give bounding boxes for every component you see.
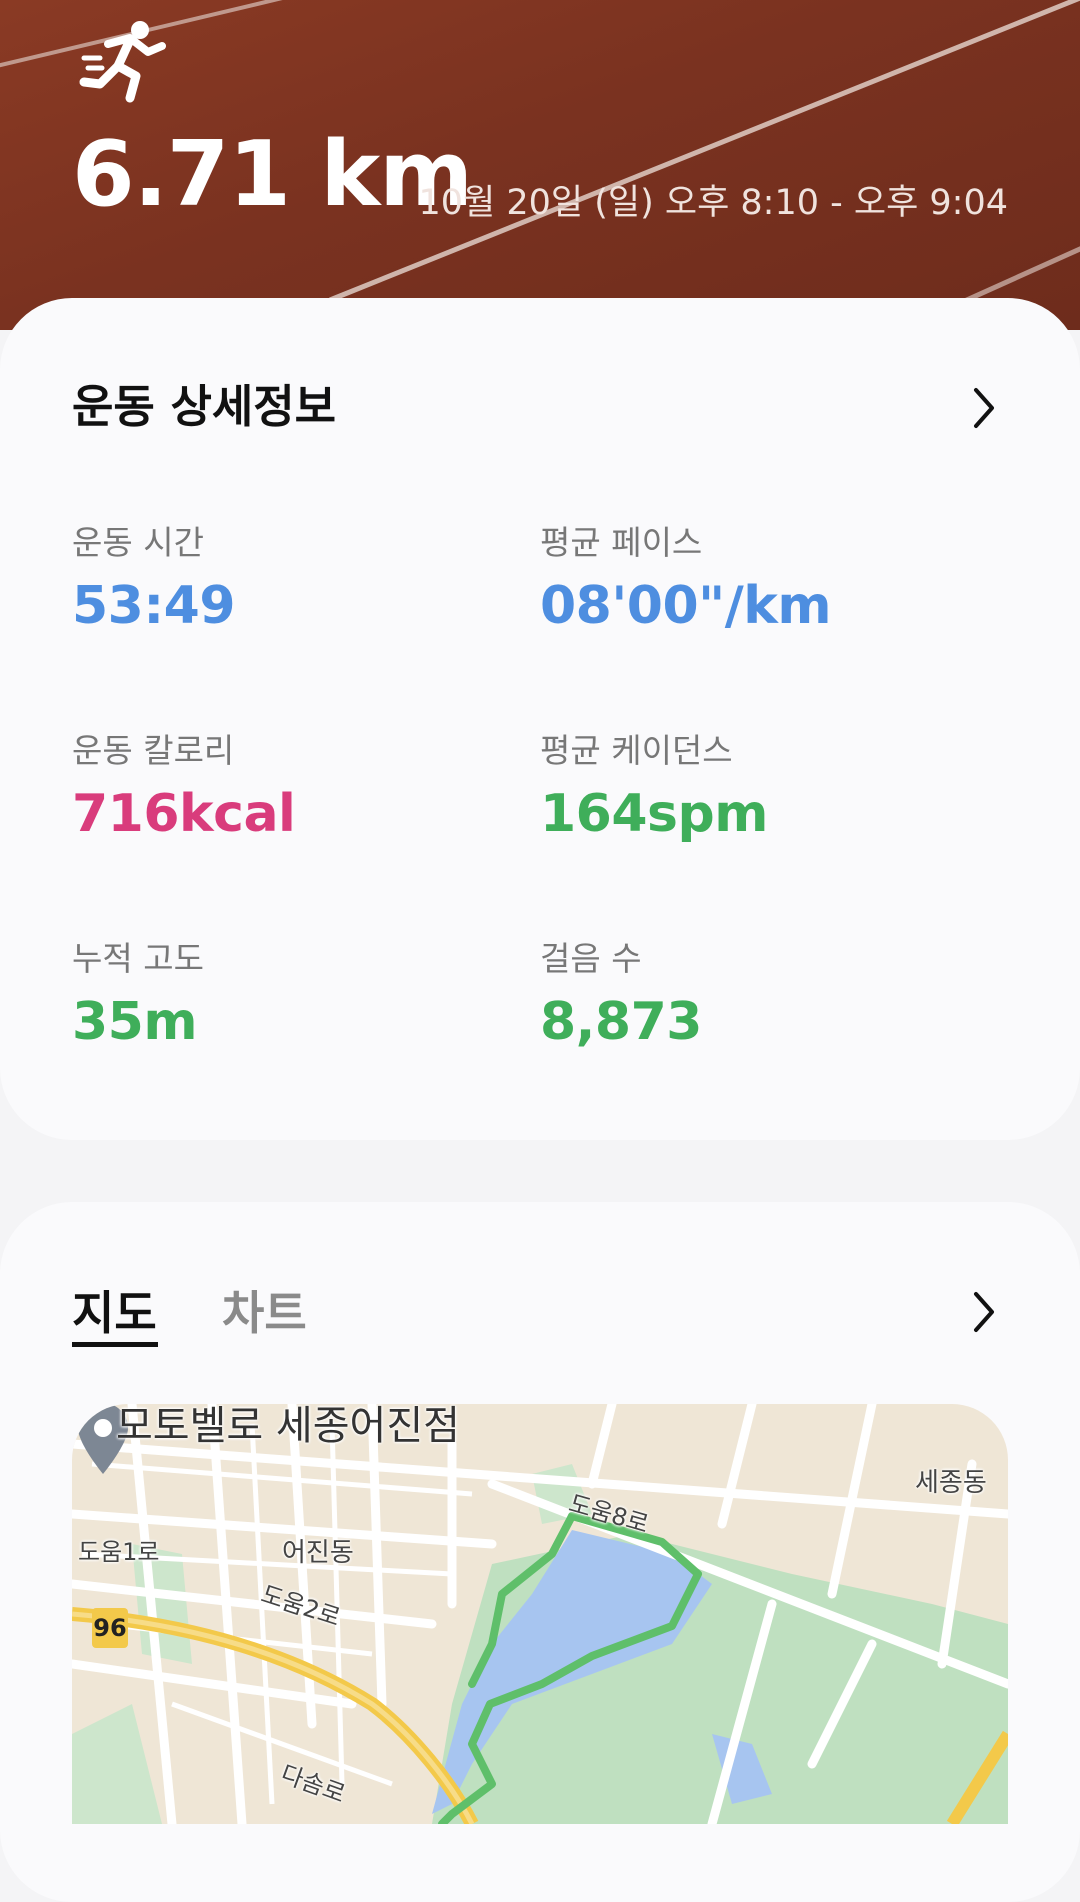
workout-datetime: 10월 20일 (일) 오후 8:10 - 오후 9:04 <box>418 183 1008 223</box>
stat-value-duration: 53:49 <box>72 576 236 636</box>
active-tab-indicator <box>72 1342 158 1347</box>
route-number-badge: 96 <box>92 1608 128 1648</box>
details-title: 운동 상세정보 <box>72 380 337 433</box>
map-place-title: 모토벨로 세종어진점 <box>116 1404 460 1449</box>
running-person-icon <box>79 21 166 103</box>
stat-label-calories: 운동 칼로리 <box>72 731 235 770</box>
tab-chart[interactable]: 차트 <box>222 1290 307 1336</box>
stat-value-elevation: 35m <box>72 992 198 1052</box>
stat-label-steps: 걸음 수 <box>540 939 642 978</box>
route-map[interactable]: 모토벨로 세종어진점 도움8로 세종동 도움1로 어진동 도움2로 다솜로 96 <box>72 1404 1008 1824</box>
tab-map[interactable]: 지도 <box>72 1290 157 1336</box>
map-label-eojin: 어진동 <box>282 1538 354 1568</box>
stat-value-calories: 716kcal <box>72 784 296 844</box>
details-chevron-right-icon[interactable] <box>970 386 998 430</box>
stat-value-pace: 08'00"/km <box>540 576 832 636</box>
total-distance: 6.71 km <box>72 122 473 227</box>
map-label-sejong: 세종동 <box>915 1468 987 1498</box>
workout-header: 6.71 km 10월 20일 (일) 오후 8:10 - 오후 9:04 <box>0 0 1080 330</box>
stat-label-elevation: 누적 고도 <box>72 939 204 978</box>
stat-label-duration: 운동 시간 <box>72 523 204 562</box>
map-graphic <box>72 1404 1008 1824</box>
stat-value-steps: 8,873 <box>540 992 702 1052</box>
map-chevron-right-icon[interactable] <box>970 1290 998 1334</box>
stat-label-cadence: 평균 케이던스 <box>540 731 733 770</box>
stat-label-pace: 평균 페이스 <box>540 523 703 562</box>
stat-value-cadence: 164spm <box>540 784 768 844</box>
map-label-doum1: 도움1로 <box>78 1538 160 1566</box>
